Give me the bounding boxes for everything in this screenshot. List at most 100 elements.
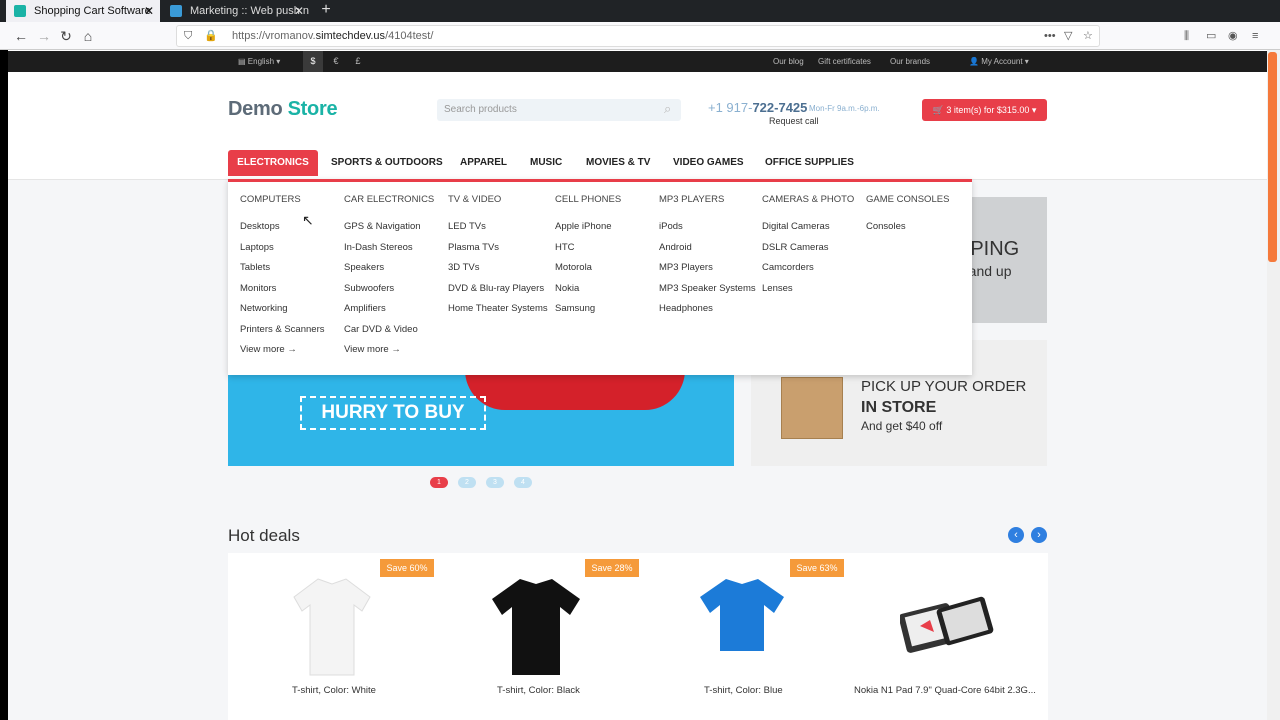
blog-link[interactable]: Our blog	[773, 51, 804, 72]
dropdown-link[interactable]: Networking	[240, 303, 324, 324]
back-arrow-icon[interactable]: ←	[12, 27, 30, 45]
dropdown-link[interactable]: Consoles	[866, 221, 949, 242]
dropdown-column: CAR ELECTRONICS GPS & Navigation In-Dash S…	[344, 194, 434, 364]
dropdown-link[interactable]: In-Dash Stereos	[344, 242, 434, 263]
slider-dot-3[interactable]: 3	[486, 477, 504, 488]
menu-video-games[interactable]: VIDEO GAMES	[673, 150, 744, 176]
discount-badge: Save 60%	[380, 559, 434, 577]
dropdown-link[interactable]: DSLR Cameras	[762, 242, 854, 263]
account-icon[interactable]: ◉	[1228, 28, 1238, 44]
product-name[interactable]: T-shirt, Color: Black	[497, 685, 580, 696]
request-call-link[interactable]: Request call	[769, 116, 819, 126]
shield-icon[interactable]: ⛉	[184, 28, 192, 44]
dropdown-link[interactable]: Monitors	[240, 283, 324, 304]
dropdown-category-heading[interactable]: CAMERAS & PHOTO	[762, 194, 854, 221]
browser-tab-marketing[interactable]: Marketing :: Web push n ✕	[162, 0, 310, 22]
dropdown-category-heading[interactable]: CELL PHONES	[555, 194, 621, 221]
hot-deals-title: Hot deals	[228, 526, 300, 545]
dropdown-link[interactable]: LED TVs	[448, 221, 548, 242]
dropdown-column: GAME CONSOLES Consoles	[866, 194, 949, 242]
dropdown-link[interactable]: Lenses	[762, 283, 854, 304]
dropdown-category-heading[interactable]: GAME CONSOLES	[866, 194, 949, 221]
search-icon[interactable]: ⌕	[664, 101, 671, 117]
tshirt-white-image[interactable]	[292, 575, 372, 677]
view-more-link[interactable]: View more →	[240, 344, 324, 364]
menu-office-supplies[interactable]: OFFICE SUPPLIES	[765, 150, 854, 176]
gift-certificates-link[interactable]: Gift certificates	[818, 51, 871, 72]
forward-arrow-icon[interactable]: →	[35, 27, 53, 45]
close-tab-icon[interactable]: ✕	[144, 0, 154, 22]
dropdown-link[interactable]: Subwoofers	[344, 283, 434, 304]
dropdown-link[interactable]: Tablets	[240, 262, 324, 283]
tshirt-black-image[interactable]	[490, 575, 582, 677]
product-name[interactable]: Nokia N1 Pad 7.9" Quad-Core 64bit 2.3G..…	[854, 685, 1036, 696]
dropdown-link[interactable]: iPods	[659, 221, 756, 242]
dropdown-link[interactable]: Camcorders	[762, 262, 854, 283]
dropdown-link[interactable]: Speakers	[344, 262, 434, 283]
tablet-image[interactable]	[900, 592, 994, 658]
currency-gbp[interactable]: £	[348, 51, 368, 72]
library-icon[interactable]: ⫼	[1184, 28, 1189, 44]
reload-icon[interactable]: ↻	[57, 27, 75, 45]
new-tab-icon[interactable]: +	[318, 0, 334, 22]
dropdown-link[interactable]: 3D TVs	[448, 262, 548, 283]
dropdown-link[interactable]: Samsung	[555, 303, 621, 324]
dropdown-category-heading[interactable]: MP3 PLAYERS	[659, 194, 756, 221]
home-icon[interactable]: ⌂	[79, 27, 97, 45]
lock-icon[interactable]: 🔒	[204, 28, 218, 44]
page-actions-icon[interactable]: •••	[1044, 28, 1056, 44]
tshirt-blue-image[interactable]	[698, 575, 786, 677]
dropdown-category-heading[interactable]: TV & VIDEO	[448, 194, 548, 221]
scrollbar-thumb[interactable]	[1268, 52, 1277, 262]
dropdown-link[interactable]: Plasma TVs	[448, 242, 548, 263]
menu-apparel[interactable]: APPAREL	[460, 150, 507, 176]
bookmark-star-icon[interactable]: ☆	[1083, 28, 1093, 44]
dropdown-link[interactable]: Nokia	[555, 283, 621, 304]
menu-icon[interactable]: ≡	[1252, 28, 1258, 44]
dropdown-link[interactable]: Android	[659, 242, 756, 263]
my-account-dropdown[interactable]: 👤 My Account ▾	[969, 51, 1029, 72]
close-tab-icon[interactable]: ✕	[294, 0, 304, 22]
dropdown-link[interactable]: HTC	[555, 242, 621, 263]
dropdown-link[interactable]: Headphones	[659, 303, 756, 324]
pocket-icon[interactable]: ▽	[1064, 28, 1072, 44]
dropdown-link[interactable]: MP3 Players	[659, 262, 756, 283]
browser-tab-shopping-cart[interactable]: Shopping Cart Software ✕	[6, 0, 160, 22]
dropdown-link[interactable]: Digital Cameras	[762, 221, 854, 242]
product-name[interactable]: T-shirt, Color: Blue	[704, 685, 783, 696]
user-icon: 👤	[969, 57, 982, 66]
view-more-link[interactable]: View more →	[344, 344, 434, 364]
sidebar-icon[interactable]: ▭	[1206, 28, 1216, 44]
next-arrow-icon[interactable]: ›	[1031, 527, 1047, 543]
dropdown-link[interactable]: MP3 Speaker Systems	[659, 283, 756, 304]
flag-icon: ▤	[238, 57, 248, 66]
currency-usd[interactable]: $	[303, 51, 323, 72]
slider-dot-1[interactable]: 1	[430, 477, 448, 488]
dropdown-category-heading[interactable]: CAR ELECTRONICS	[344, 194, 434, 221]
dropdown-link[interactable]: Laptops	[240, 242, 324, 263]
dropdown-link[interactable]: Apple iPhone	[555, 221, 621, 242]
dropdown-link[interactable]: Amplifiers	[344, 303, 434, 324]
store-logo[interactable]: Demo Store	[228, 98, 338, 121]
dropdown-link[interactable]: Home Theater Systems	[448, 303, 548, 324]
cart-button[interactable]: 🛒 3 item(s) for $315.00 ▾	[922, 99, 1047, 121]
dropdown-link[interactable]: Printers & Scanners	[240, 324, 324, 345]
product-name[interactable]: T-shirt, Color: White	[292, 685, 376, 696]
menu-sports-outdoors[interactable]: SPORTS & OUTDOORS	[331, 150, 443, 176]
dropdown-link[interactable]: Car DVD & Video	[344, 324, 434, 345]
dropdown-link[interactable]: Motorola	[555, 262, 621, 283]
dropdown-link[interactable]: DVD & Blu-ray Players	[448, 283, 548, 304]
dropdown-link[interactable]: GPS & Navigation	[344, 221, 434, 242]
menu-music[interactable]: MUSIC	[530, 150, 562, 176]
slider-dot-4[interactable]: 4	[514, 477, 532, 488]
phone-number: +1 917-722-7425	[708, 100, 808, 115]
currency-eur[interactable]: €	[326, 51, 346, 72]
brands-link[interactable]: Our brands	[890, 51, 930, 72]
slider-dot-2[interactable]: 2	[458, 477, 476, 488]
menu-movies-tv[interactable]: MOVIES & TV	[586, 150, 650, 176]
menu-electronics[interactable]: ELECTRONICS	[228, 150, 318, 176]
prev-arrow-icon[interactable]: ‹	[1008, 527, 1024, 543]
language-selector[interactable]: ▤ English ▾	[238, 51, 280, 72]
mouse-cursor-icon: ↖	[302, 212, 314, 228]
url-text[interactable]: https://vromanov.simtechdev.us/4104test/	[232, 27, 433, 45]
